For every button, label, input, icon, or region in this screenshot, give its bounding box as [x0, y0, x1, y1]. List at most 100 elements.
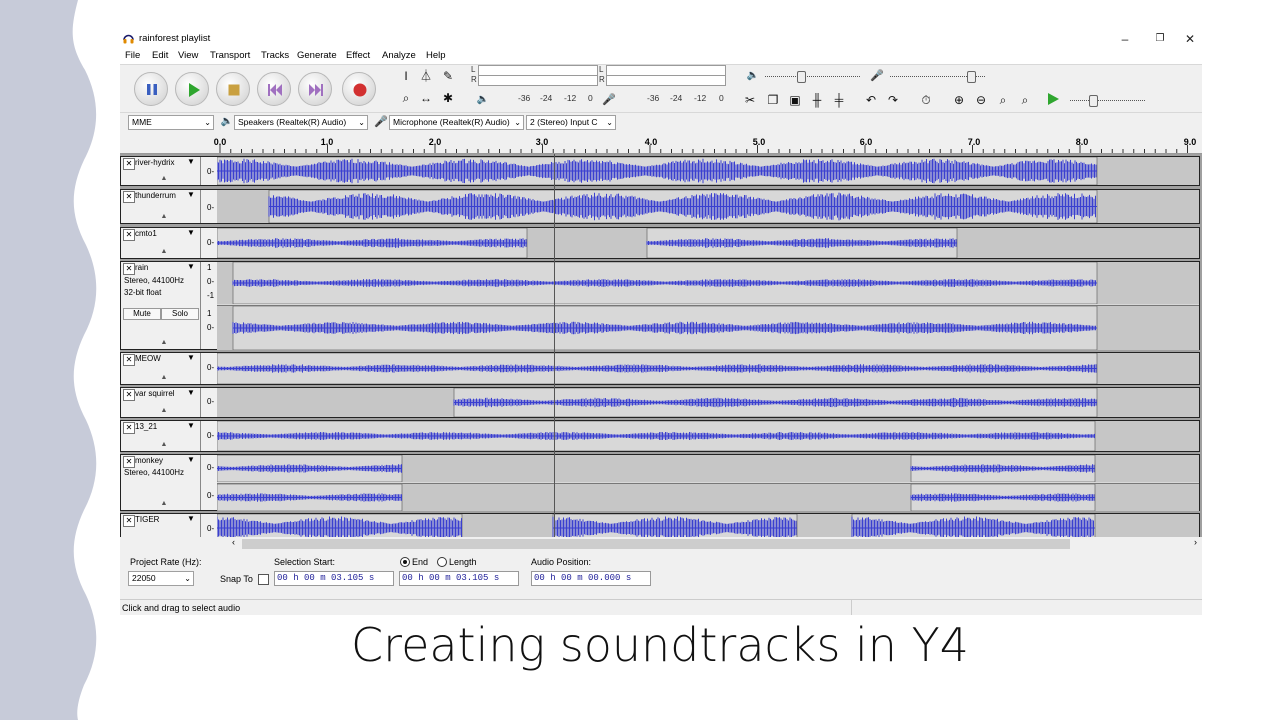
output-device-select[interactable]: Speakers (Realtek(R) Audio) ⌄ [234, 115, 368, 130]
project-rate-select[interactable]: 22050 ⌄ [128, 571, 194, 586]
waveform-clip-left[interactable] [217, 455, 1199, 482]
track-menu-icon[interactable]: ▼ [187, 157, 195, 166]
track-var-squirrel[interactable]: ✕ var squirrel ▼ ▲ 0- [120, 387, 1200, 418]
snap-to-checkbox[interactable] [258, 574, 269, 585]
selection-start-field[interactable]: 00 h 00 m 03.105 s [274, 571, 394, 586]
track-menu-icon[interactable]: ▼ [187, 228, 195, 237]
channels-select[interactable]: 2 (Stereo) Input C ⌄ [526, 115, 616, 130]
menu-generate[interactable]: Generate [297, 50, 337, 61]
collapse-track-icon[interactable]: ▲ [157, 441, 171, 449]
close-track-icon[interactable]: ✕ [123, 354, 135, 366]
track-name[interactable]: 13_21 [135, 422, 185, 432]
play-speed-thumb[interactable] [1088, 95, 1098, 107]
multi-tool-icon[interactable]: ✱ [439, 89, 457, 107]
waveform-clip-left[interactable] [217, 262, 1199, 304]
redo-icon[interactable]: ↷ [884, 91, 902, 109]
close-track-icon[interactable]: ✕ [123, 263, 135, 275]
selection-end-field[interactable]: 00 h 00 m 03.105 s [399, 571, 519, 586]
track-name[interactable]: MEOW [135, 354, 185, 364]
close-track-icon[interactable]: ✕ [123, 191, 135, 203]
track-name[interactable]: thunderrum [135, 191, 185, 201]
track-name[interactable]: TIGER [135, 515, 185, 525]
track-menu-icon[interactable]: ▼ [187, 455, 195, 464]
collapse-track-icon[interactable]: ▲ [157, 374, 171, 382]
skip-to-start-button[interactable] [257, 72, 291, 106]
menu-tracks[interactable]: Tracks [261, 50, 289, 61]
timeshift-tool-icon[interactable]: ↔ [417, 89, 435, 107]
track-tiger[interactable]: ✕ TIGER ▼ 0- [120, 513, 1200, 537]
recording-volume-thumb[interactable] [966, 71, 976, 83]
menu-effect[interactable]: Effect [346, 50, 370, 61]
play-speed-slider[interactable] [1070, 100, 1145, 101]
menu-transport[interactable]: Transport [210, 50, 250, 61]
close-button[interactable]: ✕ [1178, 30, 1202, 48]
record-meter-right[interactable] [478, 75, 598, 86]
waveform-clip[interactable] [217, 228, 1199, 258]
cut-icon[interactable]: ✂ [741, 91, 759, 109]
solo-button[interactable]: Solo [161, 308, 199, 320]
scroll-left-icon[interactable]: ‹ [232, 537, 235, 547]
menu-analyze[interactable]: Analyze [382, 50, 416, 61]
minimize-button[interactable]: – [1108, 30, 1142, 48]
zoom-in-icon[interactable]: ⊕ [950, 91, 968, 109]
input-device-select[interactable]: Microphone (Realtek(R) Audio) ⌄ [389, 115, 524, 130]
menu-edit[interactable]: Edit [152, 50, 168, 61]
waveform-clip[interactable] [217, 388, 1199, 417]
mute-button[interactable]: Mute [123, 308, 161, 320]
collapse-track-icon[interactable]: ▲ [157, 339, 171, 347]
play-at-speed-button[interactable] [1045, 91, 1061, 107]
track-monkey[interactable]: ✕ monkey ▼ Stereo, 44100Hz ▲ 0- 0- [120, 454, 1200, 511]
collapse-track-icon[interactable]: ▲ [157, 500, 171, 508]
length-radio[interactable] [437, 557, 447, 567]
undo-icon[interactable]: ↶ [862, 91, 880, 109]
track-river-hydrix[interactable]: ✕ river-hydrix ▼ ▲ 0- [120, 156, 1200, 186]
collapse-track-icon[interactable]: ▲ [157, 175, 171, 183]
play-meter-right[interactable] [606, 75, 726, 86]
playback-volume-thumb[interactable] [797, 71, 807, 83]
playback-volume-slider[interactable] [765, 76, 860, 77]
track-name[interactable]: monkey [135, 456, 185, 466]
close-track-icon[interactable]: ✕ [123, 515, 135, 527]
track-rain[interactable]: ✕ rain ▼ Stereo, 44100Hz 32-bit float Mu… [120, 261, 1200, 350]
track-cmto1[interactable]: ✕ cmto1 ▼ ▲ 0- [120, 227, 1200, 259]
close-track-icon[interactable]: ✕ [123, 422, 135, 434]
track-name[interactable]: rain [135, 263, 185, 273]
track-menu-icon[interactable]: ▼ [187, 421, 195, 430]
timeline-ruler[interactable]: 0.0 1.0 2.0 3.0 4.0 5.0 6.0 7.0 8.0 9.0 [120, 133, 1202, 154]
sync-lock-icon[interactable]: ⏱ [917, 91, 935, 109]
close-track-icon[interactable]: ✕ [123, 158, 135, 170]
zoom-out-icon[interactable]: ⊖ [972, 91, 990, 109]
restore-button[interactable]: ❐ [1143, 30, 1177, 48]
close-track-icon[interactable]: ✕ [123, 229, 135, 241]
collapse-track-icon[interactable]: ▲ [157, 213, 171, 221]
track-menu-icon[interactable]: ▼ [187, 514, 195, 523]
waveform-clip[interactable] [217, 190, 1199, 223]
paste-icon[interactable]: ▣ [786, 91, 804, 109]
end-radio[interactable] [400, 557, 410, 567]
audio-host-select[interactable]: MME ⌄ [128, 115, 214, 130]
collapse-track-icon[interactable]: ▲ [157, 248, 171, 256]
close-track-icon[interactable]: ✕ [123, 389, 135, 401]
selection-tool-icon[interactable]: I [397, 67, 415, 85]
copy-icon[interactable]: ❐ [764, 91, 782, 109]
envelope-tool-icon[interactable]: ⏃ [417, 67, 435, 85]
waveform-clip-right[interactable] [217, 305, 1199, 350]
fit-selection-icon[interactable]: ⌕ [994, 91, 1012, 109]
track-name[interactable]: river-hydrix [135, 158, 185, 168]
track-menu-icon[interactable]: ▼ [187, 190, 195, 199]
track-13-21[interactable]: ✕ 13_21 ▼ ▲ 0- [120, 420, 1200, 452]
menu-help[interactable]: Help [426, 50, 446, 61]
stop-button[interactable] [216, 72, 250, 106]
fit-project-icon[interactable]: ⌕ [1016, 91, 1034, 109]
close-track-icon[interactable]: ✕ [123, 456, 135, 468]
draw-tool-icon[interactable]: ✎ [439, 67, 457, 85]
track-name[interactable]: var squirrel [135, 389, 185, 399]
waveform-clip[interactable] [217, 353, 1199, 384]
track-menu-icon[interactable]: ▼ [187, 353, 195, 362]
skip-to-end-button[interactable] [298, 72, 332, 106]
waveform-clip[interactable] [217, 157, 1199, 185]
menu-view[interactable]: View [178, 50, 198, 61]
track-name[interactable]: cmto1 [135, 229, 185, 239]
waveform-clip-right[interactable] [217, 483, 1199, 511]
silence-icon[interactable]: ╪ [830, 91, 848, 109]
